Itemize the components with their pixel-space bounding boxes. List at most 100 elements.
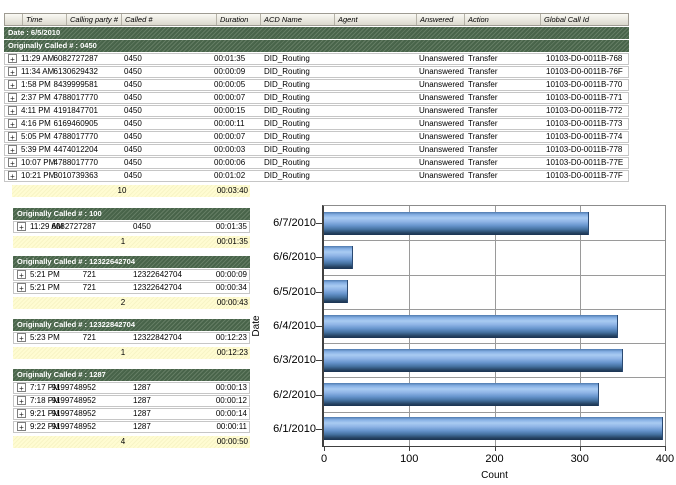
expand-icon[interactable]: + (8, 145, 17, 154)
cell-called-number: 0450 (124, 80, 142, 90)
expand-icon[interactable]: + (17, 422, 26, 431)
table-row: +9:21 PM9199748952128700:00:14 (13, 408, 250, 420)
table-row: +10:07 PM4788017770045000:00:06DID_Routi… (4, 157, 629, 169)
group-header[interactable]: Originally Called # : 0450 (4, 40, 629, 52)
cell-answered: Unanswered (419, 93, 464, 103)
group-header[interactable]: Originally Called # : 12322842704 (13, 319, 250, 331)
calls-per-date-bar-chart: 6/7/20106/6/20106/5/20106/4/20106/3/2010… (252, 200, 676, 485)
column-header-global-call-id[interactable]: Global Call Id (541, 14, 628, 25)
cell-global-call-id: 10103-D0-0011B-772 (546, 106, 622, 116)
cell-acd-name: DID_Routing (264, 54, 310, 64)
column-header-calling-party[interactable]: Calling party # (67, 14, 122, 25)
y-tick-label: 6/1/2010 (248, 423, 316, 435)
expand-icon[interactable]: + (17, 222, 26, 231)
summary-call-count: 2 (108, 297, 138, 308)
expand-icon[interactable]: + (8, 119, 17, 128)
table-row: +10:21 PM3010739363045000:01:02DID_Routi… (4, 170, 629, 182)
column-header-answered[interactable]: Answered (417, 14, 465, 25)
table-row: +5:23 PM7211232284270400:12:23 (13, 332, 250, 344)
cell-global-call-id: 10103-D0-0011B-77E (546, 158, 623, 168)
column-header-time[interactable]: Time (23, 14, 67, 25)
cell-calling-party: 3010739363 (33, 171, 98, 181)
cell-calling-party: 9199748952 (42, 409, 96, 419)
cell-calling-party: 4788017770 (33, 93, 98, 103)
gridline-horizontal (324, 309, 665, 310)
cell-action: Transfer (468, 93, 498, 103)
cell-calling-party: 4474012204 (33, 145, 98, 155)
gridline-horizontal (324, 343, 665, 344)
expand-icon[interactable]: + (8, 80, 17, 89)
cell-duration: 00:01:35 (214, 54, 245, 64)
cell-global-call-id: 10103-D0-0011B-76F (546, 67, 623, 77)
group-header[interactable]: Originally Called # : 12322642704 (13, 256, 250, 268)
date-group-header[interactable]: Date : 6/5/2010 (4, 27, 629, 39)
expand-icon[interactable]: + (17, 283, 26, 292)
cell-calling-party: 6082727287 (42, 222, 96, 232)
column-header-acd-name[interactable]: ACD Name (261, 14, 335, 25)
summary-total-duration: 00:00:43 (217, 297, 248, 308)
group-header[interactable]: Originally Called # : 100 (13, 208, 250, 220)
cell-answered: Unanswered (419, 80, 464, 90)
cell-action: Transfer (468, 132, 498, 142)
expand-icon[interactable]: + (8, 106, 17, 115)
column-header-agent[interactable]: Agent (335, 14, 417, 25)
expand-icon[interactable]: + (8, 158, 17, 167)
cell-duration: 00:00:34 (216, 283, 247, 293)
y-tick-label: 6/3/2010 (248, 354, 316, 366)
cell-called-number: 0450 (124, 93, 142, 103)
expand-icon[interactable]: + (17, 396, 26, 405)
cell-answered: Unanswered (419, 119, 464, 129)
table-row: +7:17 PM9199748952128700:00:13 (13, 382, 250, 394)
cell-acd-name: DID_Routing (264, 158, 310, 168)
call-group: Originally Called # : 0450+11:29 AM60827… (4, 40, 629, 197)
cell-action: Transfer (468, 145, 498, 155)
group-header[interactable]: Originally Called # : 1287 (13, 369, 250, 381)
cell-calling-party: 6082727287 (33, 54, 98, 64)
expand-icon[interactable]: + (17, 270, 26, 279)
expand-icon[interactable]: + (8, 171, 17, 180)
cell-calling-party: 4191847701 (33, 106, 98, 116)
column-header-called[interactable]: Called # (122, 14, 217, 25)
x-axis-tick (324, 446, 325, 451)
expand-icon[interactable]: + (8, 132, 17, 141)
expand-icon[interactable]: + (17, 383, 26, 392)
cell-calling-party: 6130629432 (33, 67, 98, 77)
expand-icon[interactable]: + (8, 67, 17, 76)
table-row: +5:05 PM4788017770045000:00:07DID_Routin… (4, 131, 629, 143)
cell-calling-party: 4788017770 (33, 132, 98, 142)
bar-6-2-2010 (324, 383, 599, 406)
x-axis-tick (495, 446, 496, 451)
expand-icon[interactable]: + (8, 54, 17, 63)
y-axis-tick (316, 292, 322, 293)
cell-duration: 00:00:07 (214, 93, 245, 103)
expand-icon[interactable]: + (17, 333, 26, 342)
table-row: +9:22 PM9199748952128700:00:11 (13, 421, 250, 433)
cell-duration: 00:00:13 (216, 383, 247, 393)
column-header-duration[interactable]: Duration (217, 14, 261, 25)
chart-plot-area: 6/7/20106/6/20106/5/20106/4/20106/3/2010… (322, 205, 666, 447)
cell-acd-name: DID_Routing (264, 132, 310, 142)
cell-duration: 00:00:11 (216, 422, 247, 432)
cell-action: Transfer (468, 171, 498, 181)
summary-total-duration: 00:12:23 (217, 347, 248, 358)
bar-6-1-2010 (324, 417, 663, 440)
gridline-horizontal (324, 412, 665, 413)
summary-total-duration: 00:01:35 (217, 236, 248, 247)
cell-duration: 00:00:09 (214, 67, 245, 77)
group-header-label: Originally Called # : 100 (17, 209, 102, 218)
expand-icon[interactable]: + (8, 93, 17, 102)
group-header-label: Originally Called # : 1287 (17, 370, 106, 379)
cell-global-call-id: 10103-D0-0011B-778 (546, 145, 622, 155)
column-header-action[interactable]: Action (465, 14, 541, 25)
y-tick-label: 6/2/2010 (248, 389, 316, 401)
expand-icon[interactable]: + (17, 409, 26, 418)
group-summary-row: 1000:03:40 (12, 185, 250, 197)
cell-called-number: 0450 (124, 158, 142, 168)
cell-called-number: 0450 (124, 145, 142, 155)
table-row: +5:21 PM7211232264270400:00:34 (13, 282, 250, 294)
y-axis-tick (316, 223, 322, 224)
y-tick-label: 6/5/2010 (248, 286, 316, 298)
table-row: +11:29 AM6082727287045000:01:35DID_Routi… (4, 53, 629, 65)
cell-calling-party: 721 (42, 270, 96, 280)
group-summary-row: 100:01:35 (13, 236, 250, 248)
